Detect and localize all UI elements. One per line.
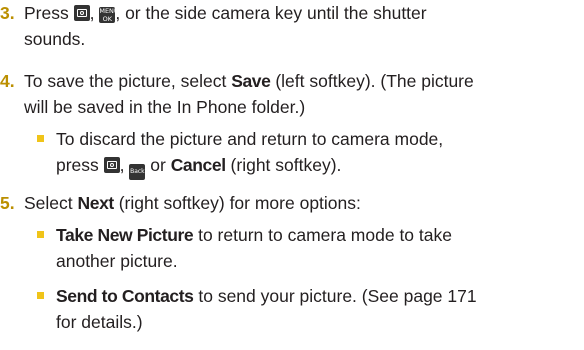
- cancel-label: Cancel: [170, 155, 226, 175]
- text-fragment: ,: [119, 155, 130, 175]
- text-fragment: (right softkey) for more options:: [113, 193, 361, 213]
- ok-key-label: OK: [102, 15, 113, 23]
- bullet-square-icon: [37, 135, 44, 142]
- text-fragment: (left softkey). (The picture: [270, 71, 474, 91]
- step-line: will be saved in the In Phone folder.): [24, 97, 306, 117]
- send-to-contacts-label: Send to Contacts: [56, 286, 194, 306]
- text-fragment: to return to camera mode to take: [193, 225, 452, 245]
- bullet-square-icon: [37, 292, 44, 299]
- text-fragment: (right softkey).: [225, 155, 342, 175]
- back-key-icon: Back: [129, 164, 146, 180]
- bullet-send-to-contacts: Send to Contacts to send your picture. (…: [37, 283, 584, 335]
- step-number: 3.: [0, 3, 15, 23]
- text-fragment: to send your picture. (See page 171: [193, 286, 477, 306]
- text-fragment: , or the side camera key until the shutt…: [115, 3, 427, 23]
- text-fragment: Press: [24, 3, 74, 23]
- bullet-square-icon: [37, 231, 44, 238]
- step-number: 4.: [0, 71, 15, 91]
- bullet-line: To discard the picture and return to cam…: [56, 129, 444, 149]
- text-fragment: ,: [89, 3, 100, 23]
- camera-key-icon: [103, 157, 120, 173]
- bullet-line: press , Back or Cancel (right softkey).: [56, 152, 584, 180]
- step-text: Select Next (right softkey) for more opt…: [24, 190, 584, 216]
- step-text: To save the picture, select Save (left s…: [24, 68, 584, 120]
- step-number: 5.: [0, 193, 15, 213]
- step-text: Press , MENU OK, or the side camera key u…: [24, 0, 584, 52]
- bullet-discard: To discard the picture and return to cam…: [37, 126, 584, 180]
- camera-key-icon: [73, 5, 90, 21]
- text-fragment: Select: [24, 193, 78, 213]
- step-line: To save the picture, select Save (left s…: [24, 68, 584, 94]
- bullet-take-new-picture: Take New Picture to return to camera mod…: [37, 222, 584, 274]
- step-line: Press , MENU OK, or the side camera key u…: [24, 0, 584, 26]
- text-fragment: or: [145, 155, 171, 175]
- step-line: Select Next (right softkey) for more opt…: [24, 190, 584, 216]
- next-label: Next: [77, 193, 115, 213]
- bullet-line: for details.): [56, 312, 143, 332]
- save-label: Save: [231, 71, 271, 91]
- text-fragment: press: [56, 155, 104, 175]
- take-new-picture-label: Take New Picture: [56, 225, 194, 245]
- back-key-label: Back: [130, 168, 145, 175]
- text-fragment: To save the picture, select: [24, 71, 232, 91]
- bullet-line: Send to Contacts to send your picture. (…: [56, 283, 584, 309]
- step-line: sounds.: [24, 29, 86, 49]
- menu-key-label: MENU: [99, 7, 119, 15]
- bullet-line: another picture.: [56, 251, 178, 271]
- bullet-line: Take New Picture to return to camera mod…: [56, 222, 584, 248]
- menu-ok-key-icon: MENU OK: [99, 7, 119, 23]
